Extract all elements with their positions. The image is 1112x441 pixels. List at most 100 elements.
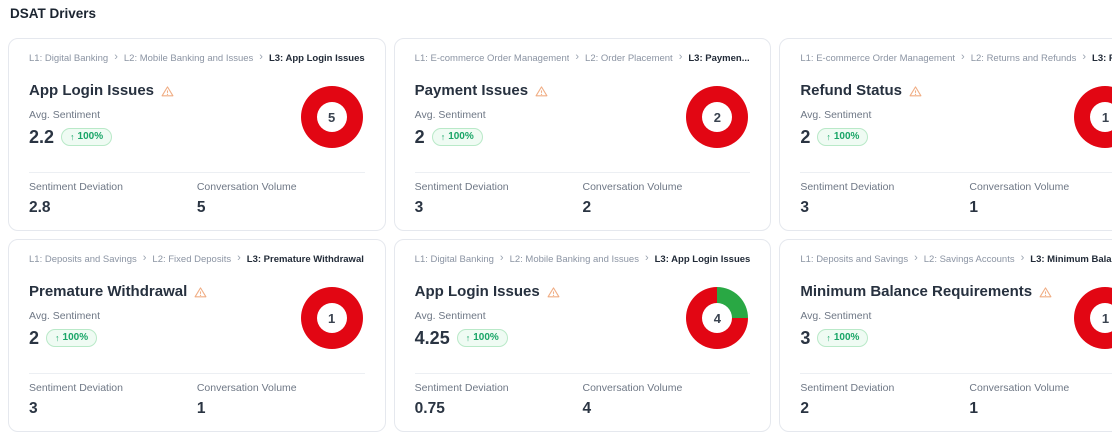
page-title: DSAT Drivers [10,7,1105,21]
warning-icon [547,286,560,299]
card-title: App Login Issues [29,82,154,100]
dsat-driver-card[interactable]: L1: E-commerce Order Management › L2: Re… [779,38,1112,231]
card-metrics: Minimum Balance Requirements Avg. Sentim… [800,283,1052,348]
sentiment-deviation-stat: Sentiment Deviation 3 [800,181,969,216]
warning-icon [535,85,548,98]
card-stats: Sentiment Deviation 3 Conversation Volum… [415,181,751,216]
breadcrumb-l1[interactable]: L1: E-commerce Order Management [415,53,570,64]
trend-badge: ↑100% [46,329,97,347]
breadcrumb-l2[interactable]: L2: Returns and Refunds [971,53,1077,64]
breadcrumb-l2[interactable]: L2: Mobile Banking and Issues [124,53,253,64]
sentiment-deviation-label: Sentiment Deviation [415,382,583,394]
warning-icon [909,85,922,98]
sentiment-donut-chart[interactable]: 5 [301,86,363,148]
avg-sentiment-value: 4.25 [415,328,450,348]
divider [29,373,365,374]
breadcrumb: L1: Deposits and Savings › L2: Fixed Dep… [29,254,365,265]
breadcrumb-l1[interactable]: L1: Deposits and Savings [29,254,137,265]
dsat-driver-card[interactable]: L1: Deposits and Savings › L2: Fixed Dep… [8,239,386,432]
dsat-driver-card[interactable]: L1: E-commerce Order Management › L2: Or… [394,38,772,231]
trend-badge: ↑100% [457,329,508,347]
sentiment-donut-chart[interactable]: 4 [686,287,748,349]
breadcrumb-l3[interactable]: L3: Paymen... [688,53,749,64]
sentiment-deviation-stat: Sentiment Deviation 3 [415,181,583,216]
breadcrumb-l2[interactable]: L2: Fixed Deposits [152,254,231,265]
breadcrumb-l1[interactable]: L1: Digital Banking [29,53,108,64]
trend-badge: ↑100% [61,128,112,146]
breadcrumb-l3[interactable]: L3: Premature Withdrawal [247,254,364,265]
avg-sentiment-value: 2 [800,127,810,147]
avg-sentiment-value: 3 [800,328,810,348]
chevron-right-icon: › [914,254,918,264]
conversation-volume-value: 1 [969,400,1112,417]
sentiment-deviation-label: Sentiment Deviation [800,382,969,394]
card-title: Payment Issues [415,82,528,100]
dsat-driver-card[interactable]: L1: Digital Banking › L2: Mobile Banking… [8,38,386,231]
divider [415,172,751,173]
donut-center-value: 1 [1102,311,1109,326]
arrow-up-icon: ↑ [826,131,831,143]
card-metrics: App Login Issues Avg. Sentiment 4.25 ↑10… [415,283,560,348]
conversation-volume-label: Conversation Volume [197,181,365,193]
breadcrumb: L1: Digital Banking › L2: Mobile Banking… [29,53,365,64]
sentiment-deviation-stat: Sentiment Deviation 2 [800,382,969,417]
breadcrumb-l2[interactable]: L2: Mobile Banking and Issues [510,254,639,265]
conversation-volume-value: 5 [197,199,365,216]
warning-icon [1039,286,1052,299]
sentiment-donut-chart[interactable]: 1 [1074,287,1112,349]
sentiment-deviation-label: Sentiment Deviation [29,181,197,193]
trend-value: 100% [448,131,474,143]
conversation-volume-label: Conversation Volume [969,382,1112,394]
chevron-right-icon: › [1082,53,1086,63]
breadcrumb-l3[interactable]: L3: Refu... [1092,53,1112,64]
card-metrics: Premature Withdrawal Avg. Sentiment 2 ↑1… [29,283,207,348]
trend-value: 100% [834,131,860,143]
sentiment-donut-chart[interactable]: 2 [686,86,748,148]
breadcrumb-l3[interactable]: L3: App Login Issues [655,254,751,265]
sentiment-donut-chart[interactable]: 1 [1074,86,1112,148]
breadcrumb-l1[interactable]: L1: Deposits and Savings [800,254,908,265]
donut-center-value: 1 [1102,110,1109,125]
avg-sentiment-value: 2.2 [29,127,54,147]
card-metrics: Refund Status Avg. Sentiment 2 ↑100% [800,82,922,147]
divider [415,373,751,374]
breadcrumb-l3[interactable]: L3: App Login Issues [269,53,365,64]
card-main: Payment Issues Avg. Sentiment 2 ↑100% 2 [415,82,751,172]
conversation-volume-stat: Conversation Volume 1 [969,382,1112,417]
chevron-right-icon: › [237,254,241,264]
card-title: Premature Withdrawal [29,283,187,301]
card-title: App Login Issues [415,283,540,301]
breadcrumb-l1[interactable]: L1: E-commerce Order Management [800,53,955,64]
conversation-volume-label: Conversation Volume [583,181,751,193]
sentiment-deviation-value: 0.75 [415,400,583,417]
sentiment-deviation-label: Sentiment Deviation [415,181,583,193]
sentiment-deviation-value: 2.8 [29,199,197,216]
card-stats: Sentiment Deviation 2 Conversation Volum… [800,382,1112,417]
avg-sentiment-label: Avg. Sentiment [29,310,207,322]
breadcrumb-l2[interactable]: L2: Savings Accounts [924,254,1015,265]
conversation-volume-label: Conversation Volume [197,382,365,394]
card-metrics: Payment Issues Avg. Sentiment 2 ↑100% [415,82,548,147]
sentiment-deviation-stat: Sentiment Deviation 2.8 [29,181,197,216]
dsat-drivers-section: DSAT Drivers L1: Digital Banking › L2: M… [0,0,1112,432]
dsat-driver-card[interactable]: L1: Deposits and Savings › L2: Savings A… [779,239,1112,432]
conversation-volume-label: Conversation Volume [583,382,751,394]
conversation-volume-stat: Conversation Volume 2 [583,181,751,216]
sentiment-deviation-label: Sentiment Deviation [800,181,969,193]
arrow-up-icon: ↑ [70,131,75,143]
sentiment-donut-chart[interactable]: 1 [301,287,363,349]
breadcrumb-l2[interactable]: L2: Order Placement [585,53,673,64]
breadcrumb-l3[interactable]: L3: Minimum Balance ... [1030,254,1112,265]
sentiment-deviation-stat: Sentiment Deviation 0.75 [415,382,583,417]
trend-badge: ↑100% [817,128,868,146]
donut-center-value: 1 [328,311,335,326]
donut-center-value: 2 [714,110,721,125]
dsat-driver-card[interactable]: L1: Digital Banking › L2: Mobile Banking… [394,239,772,432]
card-main: Premature Withdrawal Avg. Sentiment 2 ↑1… [29,283,365,373]
chevron-right-icon: › [259,53,263,63]
breadcrumb-l1[interactable]: L1: Digital Banking [415,254,494,265]
card-stats: Sentiment Deviation 3 Conversation Volum… [29,382,365,417]
trend-badge: ↑100% [817,329,868,347]
warning-icon [194,286,207,299]
sentiment-deviation-value: 3 [29,400,197,417]
